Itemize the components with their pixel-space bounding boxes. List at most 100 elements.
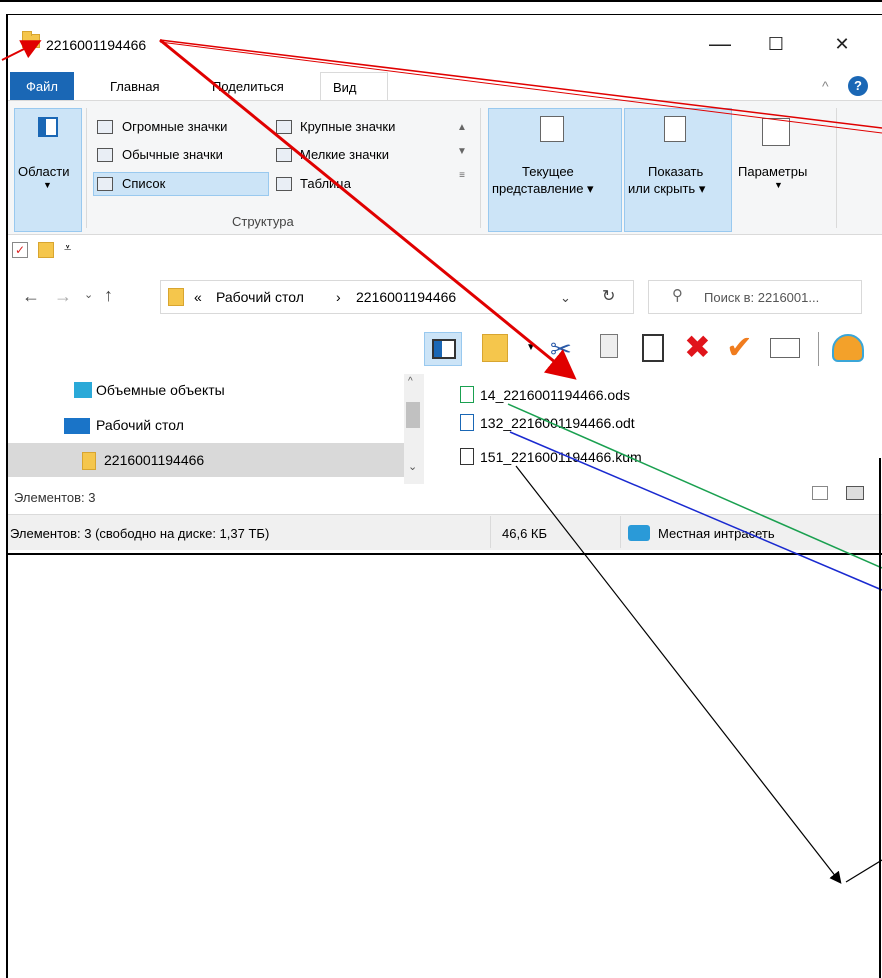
nav-item-3d-objects[interactable]: Объемные объекты bbox=[96, 373, 225, 407]
current-view-label-2: представление ▾ bbox=[492, 181, 594, 196]
qat-customize-icon[interactable]: ⩡ bbox=[64, 240, 71, 256]
layout-group-label: Структура bbox=[232, 214, 294, 229]
toolbar-divider bbox=[818, 332, 819, 366]
large-icons-view-icon[interactable] bbox=[846, 486, 864, 500]
recent-locations-icon[interactable]: ⌄ bbox=[84, 288, 93, 301]
nav-item-folder[interactable]: 2216001194466 bbox=[104, 443, 204, 477]
breadcrumb-desktop[interactable]: Рабочий стол bbox=[216, 289, 304, 305]
document-icon bbox=[460, 414, 474, 431]
3d-objects-icon bbox=[74, 382, 92, 398]
layout-small-icons[interactable]: Мелкие значки bbox=[300, 147, 389, 162]
tab-home[interactable]: Главная bbox=[98, 72, 171, 101]
scroll-thumb[interactable] bbox=[406, 402, 420, 428]
layout-list-selected[interactable] bbox=[93, 172, 269, 196]
ribbon-divider bbox=[836, 108, 837, 228]
tab-share[interactable]: Поделиться bbox=[200, 72, 296, 101]
intranet-icon bbox=[628, 525, 650, 541]
tab-file[interactable]: Файл bbox=[10, 72, 74, 101]
maximize-button[interactable]: ☐ bbox=[756, 30, 796, 58]
items-count: Элементов: 3 bbox=[14, 490, 96, 505]
forward-icon[interactable]: → bbox=[54, 286, 72, 307]
cut-icon[interactable]: ✂ bbox=[550, 334, 572, 365]
top-border bbox=[0, 0, 882, 2]
search-icon: ⚲ bbox=[672, 287, 683, 304]
annotation-area bbox=[6, 553, 882, 978]
pane-toggle-icon bbox=[432, 339, 456, 359]
properties-icon[interactable]: ✓ bbox=[12, 242, 28, 258]
properties-folder-icon[interactable] bbox=[482, 334, 508, 362]
address-folder-icon bbox=[168, 288, 184, 306]
options-icon bbox=[762, 118, 790, 146]
show-hide-label: Показать bbox=[648, 164, 704, 179]
details-icon bbox=[276, 177, 292, 191]
desktop-icon bbox=[64, 418, 90, 434]
options-button[interactable]: Параметры bbox=[738, 164, 807, 179]
delete-icon[interactable]: ✖ bbox=[684, 328, 711, 366]
nav-item-selected-bg[interactable] bbox=[8, 443, 404, 477]
medium-icons-icon bbox=[97, 148, 113, 162]
quick-access-toolbar bbox=[8, 236, 882, 266]
current-view-icon bbox=[540, 116, 564, 142]
address-overflow[interactable]: « bbox=[194, 289, 202, 305]
file-name: 151_2216001194466.kum bbox=[480, 449, 642, 465]
spreadsheet-icon bbox=[460, 386, 474, 403]
collapse-ribbon-icon[interactable]: ^ bbox=[822, 78, 829, 94]
copy-icon[interactable] bbox=[600, 334, 618, 358]
up-icon[interactable]: ↑ bbox=[104, 285, 113, 306]
layout-huge-icons[interactable]: Огромные значки bbox=[122, 119, 227, 134]
scroll-down-icon[interactable]: ⌄ bbox=[408, 460, 417, 473]
tab-view[interactable]: Вид bbox=[320, 72, 388, 101]
file-name: 14_2216001194466.ods bbox=[480, 387, 631, 403]
navigation-pane-icon bbox=[38, 117, 58, 137]
breadcrumb-folder[interactable]: 2216001194466 bbox=[356, 289, 456, 305]
items-bar bbox=[8, 484, 882, 512]
panes-dropdown-icon: ▼ bbox=[43, 180, 52, 190]
email-icon[interactable] bbox=[770, 338, 800, 358]
help-icon[interactable]: ? bbox=[848, 76, 868, 96]
file-item[interactable]: 132_2216001194466.odt bbox=[460, 412, 635, 434]
layout-medium-icons[interactable]: Обычные значки bbox=[122, 147, 223, 162]
current-view-label: Текущее bbox=[522, 164, 574, 179]
scroll-up-icon[interactable]: ^ bbox=[408, 376, 413, 387]
layout-details[interactable]: Таблица bbox=[300, 176, 351, 191]
panes-label: Области bbox=[18, 164, 70, 179]
layout-large-icons[interactable]: Крупные значки bbox=[300, 119, 395, 134]
back-icon[interactable]: ← bbox=[22, 286, 40, 307]
new-folder-icon[interactable] bbox=[38, 242, 54, 258]
layout-list[interactable]: Список bbox=[122, 176, 165, 191]
folder-icon bbox=[22, 31, 40, 48]
large-icons-icon bbox=[276, 120, 292, 134]
shell-icon[interactable] bbox=[832, 334, 864, 362]
small-icons-icon bbox=[276, 148, 292, 162]
ribbon-divider bbox=[480, 108, 481, 228]
paste-icon[interactable] bbox=[642, 334, 664, 362]
search-placeholder: Поиск в: 2216001... bbox=[704, 290, 820, 305]
kumir-icon bbox=[460, 448, 474, 465]
nav-item-desktop[interactable]: Рабочий стол bbox=[96, 408, 184, 442]
close-button[interactable]: ✕ bbox=[822, 30, 862, 58]
address-dropdown-icon[interactable]: ⌄ bbox=[560, 290, 571, 306]
options-dropdown-icon: ▼ bbox=[774, 180, 783, 190]
folder-icon bbox=[82, 452, 96, 470]
show-hide-icon bbox=[664, 116, 686, 142]
status-size: 46,6 КБ bbox=[502, 526, 548, 541]
status-zone: Местная интрасеть bbox=[658, 526, 775, 541]
huge-icons-icon bbox=[97, 120, 113, 134]
file-name: 132_2216001194466.odt bbox=[480, 415, 635, 431]
breadcrumb-separator[interactable]: › bbox=[336, 289, 341, 305]
show-hide-label-2: или скрыть ▾ bbox=[628, 181, 706, 196]
ribbon-divider bbox=[86, 108, 87, 228]
minimize-button[interactable]: — bbox=[700, 30, 740, 58]
layout-scroll[interactable]: ▲ ▼ ≡ bbox=[454, 116, 470, 196]
status-free-space: Элементов: 3 (свободно на диске: 1,37 ТБ… bbox=[10, 526, 270, 541]
status-divider bbox=[620, 516, 621, 548]
window-title: 2216001194466 bbox=[46, 37, 147, 53]
rename-icon[interactable]: ✔ bbox=[726, 328, 753, 366]
refresh-icon[interactable]: ↻ bbox=[602, 286, 615, 306]
list-icon bbox=[97, 177, 113, 191]
status-divider bbox=[490, 516, 491, 548]
details-view-icon[interactable] bbox=[812, 486, 828, 500]
file-item[interactable]: 151_2216001194466.kum bbox=[460, 446, 642, 468]
file-item[interactable]: 14_2216001194466.ods bbox=[460, 384, 630, 406]
folder-dropdown-icon[interactable]: ▼ bbox=[526, 342, 536, 353]
